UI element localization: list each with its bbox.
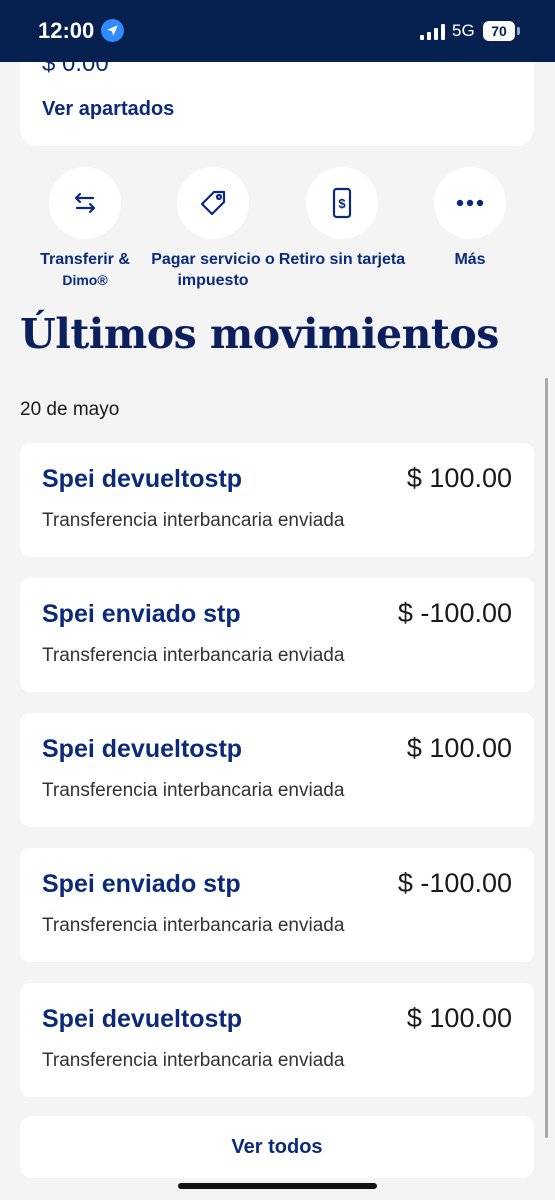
ver-apartados-link[interactable]: Ver apartados — [42, 98, 174, 121]
transaction-amount: $ -100.00 — [397, 868, 512, 898]
transaction-title: Spei devueltostp — [42, 1005, 243, 1033]
transaction-title: Spei enviado stp — [42, 870, 241, 898]
quick-action-circle: $ — [306, 167, 378, 239]
transaction-description: Transferencia interbancaria enviada — [42, 1050, 345, 1071]
quick-action-pay-service[interactable]: Pagar servicio o impuesto — [143, 167, 283, 297]
quick-action-circle — [177, 167, 249, 239]
quick-action-label: Retiro sin tarjeta — [272, 249, 412, 270]
transaction-card[interactable]: Spei enviado stp $ -100.00 Transferencia… — [20, 848, 534, 962]
section-title: Últimos movimientos — [20, 310, 499, 358]
quick-action-label-line: Dimo® — [62, 272, 108, 288]
home-indicator[interactable] — [178, 1183, 377, 1189]
quick-action-label: Más — [400, 249, 540, 270]
transaction-description: Transferencia interbancaria enviada — [42, 510, 345, 531]
date-label: 20 de mayo — [20, 399, 120, 420]
quick-action-circle — [434, 167, 506, 239]
scrollbar[interactable] — [545, 378, 548, 1138]
transaction-card[interactable]: Spei devueltostp $ 100.00 Transferencia … — [20, 443, 534, 557]
transaction-description: Transferencia interbancaria enviada — [42, 645, 345, 666]
quick-action-cardless-withdrawal[interactable]: $ Retiro sin tarjeta — [272, 167, 412, 297]
transaction-amount: $ 100.00 — [406, 463, 512, 493]
quick-action-label-line: Pagar servicio o — [151, 251, 275, 268]
quick-action-circle — [49, 167, 121, 239]
ver-todos-button[interactable]: Ver todos — [20, 1116, 534, 1178]
status-bar: 12:00 5G 70 — [0, 0, 555, 62]
quick-action-label: Transferir & Dimo® — [15, 249, 155, 291]
signal-bars-icon — [420, 24, 445, 40]
svg-text:$: $ — [338, 196, 346, 211]
transaction-card[interactable]: Spei devueltostp $ 100.00 Transferencia … — [20, 983, 534, 1097]
quick-action-more[interactable]: Más — [400, 167, 540, 297]
quick-action-label-line: Transferir & — [40, 251, 130, 268]
quick-action-label-line: Retiro sin tarjeta — [278, 251, 406, 268]
quick-action-transfer[interactable]: Transferir & Dimo® — [15, 167, 155, 297]
transaction-amount: $ -100.00 — [397, 598, 512, 628]
transaction-title: Spei devueltostp — [42, 465, 243, 493]
network-label: 5G — [452, 21, 475, 40]
status-time: 12:00 — [38, 18, 95, 43]
transaction-card[interactable]: Spei enviado stp $ -100.00 Transferencia… — [20, 578, 534, 692]
phone-dollar-icon: $ — [332, 187, 352, 219]
transfer-arrows-icon — [74, 192, 96, 214]
transaction-amount: $ 100.00 — [406, 1003, 512, 1033]
transaction-title: Spei devueltostp — [42, 735, 243, 763]
transaction-card[interactable]: Spei devueltostp $ 100.00 Transferencia … — [20, 713, 534, 827]
transaction-title: Spei enviado stp — [42, 600, 241, 628]
quick-action-label-line: impuesto — [177, 272, 249, 289]
battery-nub — [517, 27, 520, 35]
transaction-amount: $ 100.00 — [406, 733, 512, 763]
more-dots-icon — [456, 199, 484, 207]
location-arrow-icon — [101, 19, 124, 42]
transaction-description: Transferencia interbancaria enviada — [42, 915, 345, 936]
quick-action-label: Pagar servicio o impuesto — [143, 249, 283, 291]
tag-icon — [200, 190, 226, 216]
transaction-description: Transferencia interbancaria enviada — [42, 780, 345, 801]
battery-indicator: 70 — [483, 21, 515, 41]
quick-action-label-line: Más — [454, 251, 486, 268]
